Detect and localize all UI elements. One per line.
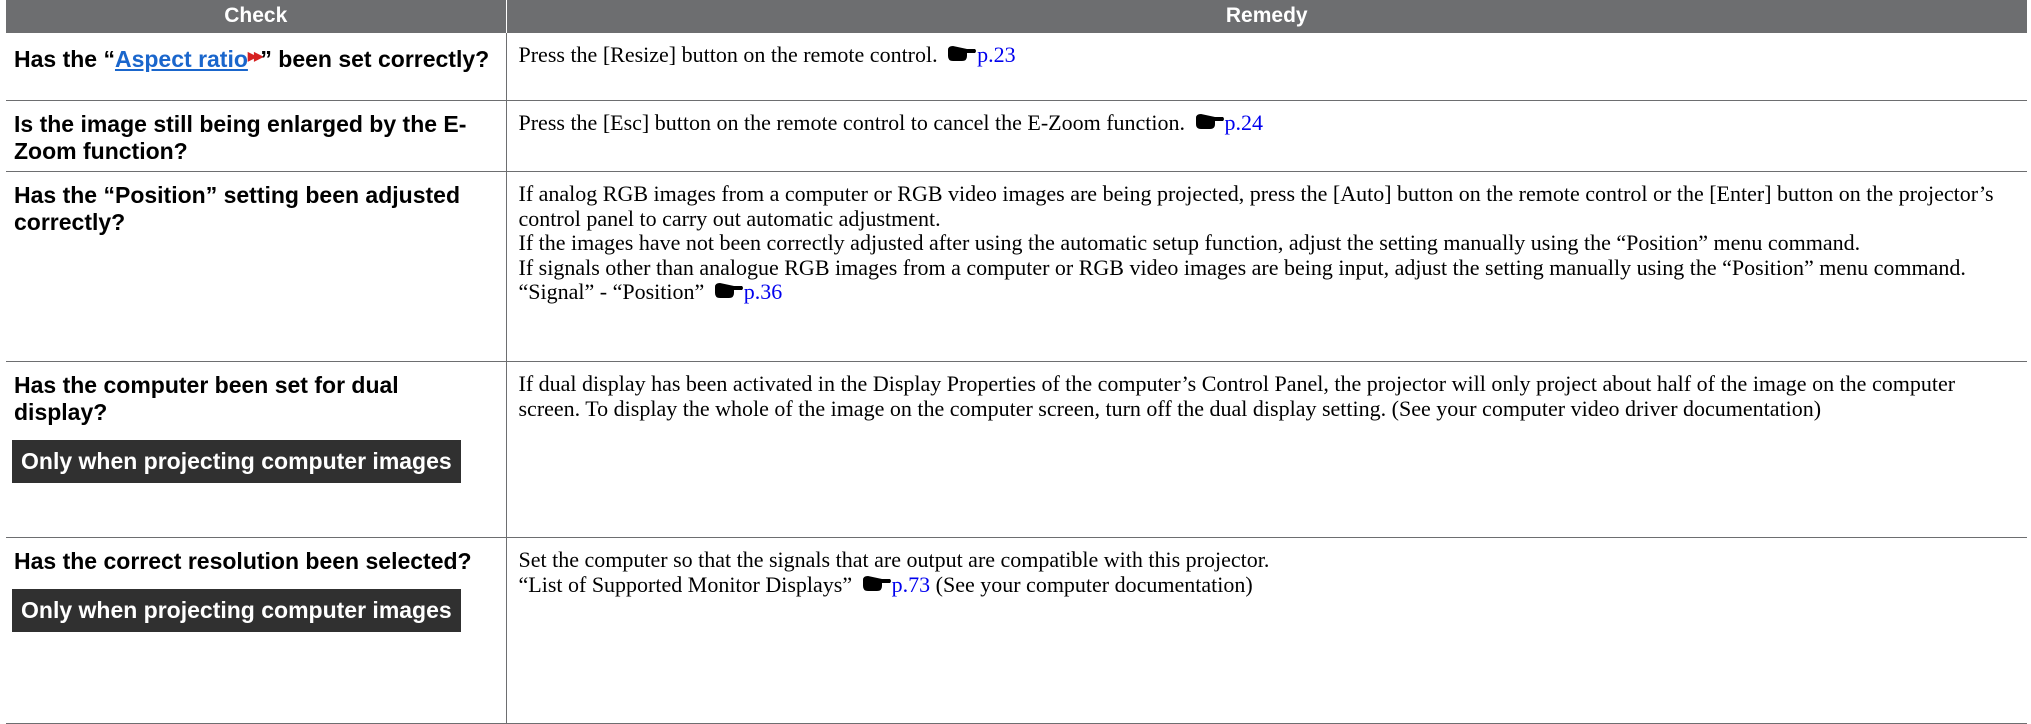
remedy-cell: If analog RGB images from a computer or … (505, 171, 2028, 362)
glossary-arrow-icon: ▶▶ (247, 49, 264, 63)
page-ref-text: p.23 (977, 42, 1016, 67)
remedy-cell: Press the [Resize] button on the remote … (505, 32, 2028, 101)
remedy-column-header: Remedy (506, 0, 2027, 33)
computer-images-only-badge: Only when projecting computer images (12, 440, 461, 483)
check-cell: Has the “Aspect ratio▶▶” been set correc… (6, 32, 507, 101)
table-row: Is the image still being enlarged by the… (6, 100, 2028, 172)
remedy-text: Press the [Resize] button on the remote … (507, 33, 2028, 74)
page-ref-link[interactable]: p.23 (943, 42, 1016, 67)
troubleshooting-table: Check Remedy Has the “Aspect ratio▶▶” be… (6, 0, 2027, 724)
remedy-text: Set the computer so that the signals tha… (507, 538, 2028, 603)
remedy-paragraph: If analog RGB images from a computer or … (518, 181, 1994, 231)
check-text: Is the image still being enlarged by the… (14, 111, 467, 164)
remedy-paragraph: If signals other than analogue RGB image… (519, 255, 2020, 305)
check-text-end: ” been set correctly? (260, 46, 490, 72)
remedy-paragraph: If the images have not been correctly ad… (518, 230, 1861, 255)
remedy-sentence: (See your computer documentation) (935, 571, 1253, 597)
page-ref-text: p.24 (1224, 110, 1264, 135)
remedy-sentence: Press the [Resize] button on the remote … (518, 42, 938, 67)
page-ref-link[interactable]: p.73 (858, 571, 931, 597)
check-cell: Has the correct resolution been selected… (6, 537, 507, 724)
page-ref-text: p.73 (891, 571, 931, 597)
check-text: Has the correct resolution been selected… (14, 548, 472, 574)
table-row: Has the “Position” setting been adjusted… (6, 171, 2028, 362)
remedy-text: Press the [Esc] button on the remote con… (507, 101, 2028, 142)
aspect-ratio-glossary-link[interactable]: Aspect ratio (115, 46, 248, 72)
table-row: Has the computer been set for dual displ… (6, 361, 2027, 538)
header-row: Check Remedy (6, 0, 2027, 33)
remedy-text: If dual display has been activated in th… (518, 371, 1956, 421)
check-cell: Is the image still being enlarged by the… (6, 100, 507, 172)
check-text-start: Has the “ (14, 46, 115, 72)
remedy-paragraph: Set the computer so that the signals tha… (518, 547, 1270, 572)
remedy-paragraph: “List of Supported Monitor Displays” p.7… (518, 571, 2020, 598)
check-text: Has the “Position” setting been adjusted… (14, 182, 461, 235)
pointing-hand-icon (948, 46, 977, 61)
check-cell: Has the “Position” setting been adjusted… (6, 171, 507, 362)
page-ref-text: p.36 (743, 279, 783, 304)
remedy-cell: Set the computer so that the signals tha… (505, 537, 2028, 724)
check-cell: Has the computer been set for dual displ… (6, 361, 507, 538)
remedy-sentence: Press the [Esc] button on the remote con… (518, 110, 1186, 135)
table-row: Has the “Aspect ratio▶▶” been set correc… (6, 32, 2028, 101)
table-row: Has the correct resolution been selected… (6, 537, 2028, 724)
pointing-hand-icon (714, 283, 743, 298)
check-column-header: Check (6, 0, 507, 33)
remedy-text: If analog RGB images from a computer or … (507, 172, 2028, 311)
computer-images-only-badge: Only when projecting computer images (12, 589, 461, 632)
remedy-cell: If dual display has been activated in th… (505, 361, 2027, 538)
check-text: Has the computer been set for dual displ… (14, 372, 399, 425)
remedy-sentence: “List of Supported Monitor Displays” (518, 571, 853, 597)
pointing-hand-icon (862, 575, 891, 591)
check-text: Has the “Aspect ratio▶▶” been set correc… (6, 33, 506, 79)
remedy-cell: Press the [Esc] button on the remote con… (505, 100, 2028, 172)
page-ref-link[interactable]: p.24 (1191, 110, 1264, 135)
pointing-hand-icon (1195, 114, 1224, 129)
page-ref-link[interactable]: p.36 (710, 279, 783, 304)
